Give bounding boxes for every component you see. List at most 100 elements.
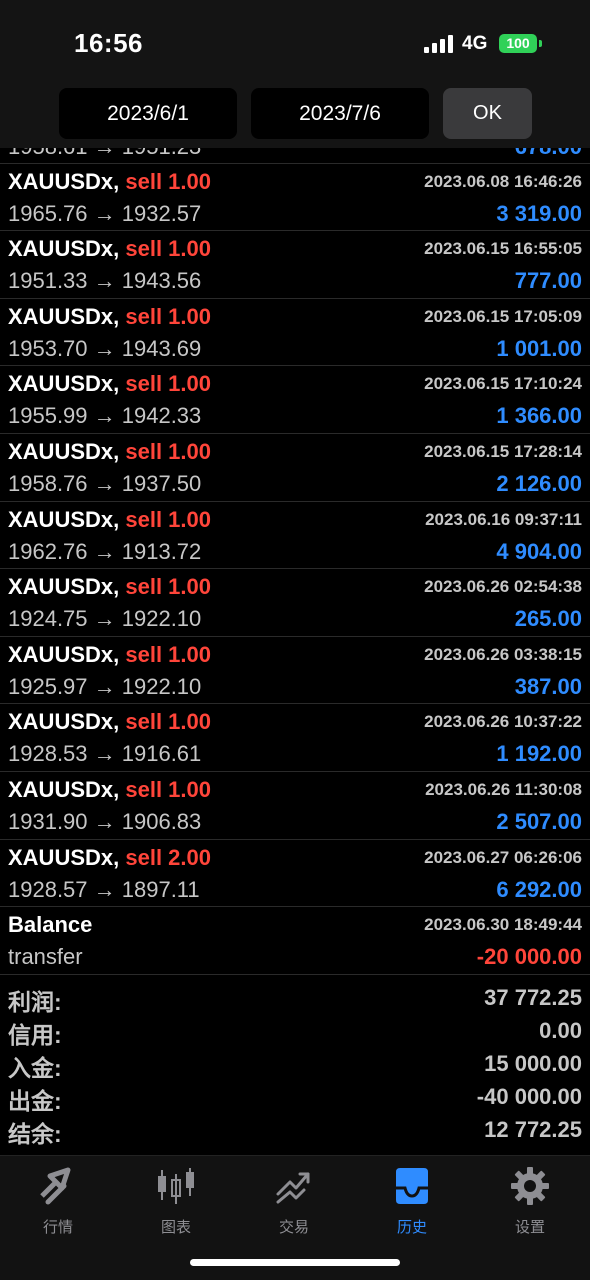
- profit-amount: 6 292.00: [496, 876, 582, 902]
- price-change: 1955.99 → 1942.33: [8, 403, 202, 429]
- tab-trade[interactable]: 交易: [244, 1164, 344, 1236]
- summary-credit: 信用: 0.00: [0, 1013, 590, 1048]
- profit-amount: 4 904.00: [496, 538, 582, 564]
- summary-value: 15 000.00: [484, 1051, 582, 1076]
- profit-amount: 3 319.00: [496, 200, 582, 226]
- trade-datetime: 2023.06.08 16:46:26: [424, 171, 582, 191]
- trade-row[interactable]: XAUUSDx, sell 1.00 2023.06.16 09:37:11 196…: [0, 502, 590, 570]
- ok-button[interactable]: OK: [443, 88, 532, 139]
- end-date-field[interactable]: 2023/7/6: [251, 88, 429, 139]
- trade-symbol: XAUUSDx, sell 1.00: [8, 642, 211, 668]
- trade-row[interactable]: XAUUSDx, sell 1.00 2023.06.26 11:30:08 193…: [0, 772, 590, 840]
- summary-label: 出金:: [8, 1088, 62, 1114]
- trade-row[interactable]: XAUUSDx, sell 1.00 2023.06.15 17:28:14 195…: [0, 434, 590, 502]
- trade-symbol: XAUUSDx, sell 1.00: [8, 574, 211, 600]
- trade-side: sell 1.00: [125, 438, 212, 464]
- summary-value: 0.00: [539, 1018, 582, 1043]
- summary-profit: 利润: 37 772.25: [0, 980, 590, 1015]
- balance-title: Balance: [8, 912, 93, 938]
- symbol-name: XAUUSDx,: [8, 438, 120, 464]
- trade-row[interactable]: XAUUSDx, sell 1.00 2023.06.15 17:05:09 195…: [0, 299, 590, 367]
- history-tray-icon: [396, 1168, 428, 1204]
- balance-datetime: 2023.06.30 18:49:44: [424, 915, 582, 935]
- price-change: 1951.33 → 1943.56: [8, 268, 202, 294]
- symbol-name: XAUUSDx,: [8, 168, 120, 194]
- price-change: 1928.57 → 1897.11: [8, 876, 200, 902]
- profit-amount: 1 192.00: [496, 741, 582, 767]
- trade-symbol: XAUUSDx, sell 1.00: [8, 709, 211, 735]
- battery-icon: 100: [499, 34, 537, 53]
- trade-row[interactable]: XAUUSDx, sell 1.00 2023.06.08 16:46:26 196…: [0, 164, 590, 232]
- price-change: 1953.70 → 1943.69: [8, 335, 202, 361]
- summary-balance: 结余: 12 772.25: [0, 1112, 590, 1147]
- trade-side: sell 2.00: [125, 844, 212, 870]
- symbol-name: XAUUSDx,: [8, 709, 120, 735]
- symbol-name: XAUUSDx,: [8, 236, 120, 262]
- summary-label: 利润:: [8, 989, 62, 1015]
- symbol-name: XAUUSDx,: [8, 371, 120, 397]
- trade-row[interactable]: XAUUSDx, sell 1.00 2023.06.26 02:54:38 192…: [0, 569, 590, 637]
- gear-icon: [511, 1167, 549, 1205]
- price-change: 1965.76 → 1932.57: [8, 200, 202, 226]
- battery-tip: [539, 40, 542, 47]
- profit-amount: 265.00: [514, 606, 582, 632]
- trade-datetime: 2023.06.15 17:10:24: [424, 374, 582, 394]
- symbol-name: XAUUSDx,: [8, 506, 120, 532]
- symbol-name: XAUUSDx,: [8, 303, 120, 329]
- status-time: 16:56: [74, 28, 143, 58]
- tab-settings[interactable]: 设置: [480, 1164, 580, 1236]
- trade-datetime: 2023.06.26 10:37:22: [424, 712, 582, 732]
- start-date-field[interactable]: 2023/6/1: [59, 88, 237, 139]
- profit-amount: 387.00: [514, 673, 582, 699]
- summary-value: -40 000.00: [476, 1084, 582, 1109]
- trade-side: sell 1.00: [125, 506, 212, 532]
- trade-row[interactable]: XAUUSDx, sell 2.00 2023.06.27 06:26:06 192…: [0, 840, 590, 908]
- trade-side: sell 1.00: [125, 236, 212, 262]
- trade-symbol: XAUUSDx, sell 1.00: [8, 507, 211, 533]
- trade-datetime: 2023.06.16 09:37:11: [425, 509, 582, 529]
- tab-charts[interactable]: 图表: [126, 1164, 226, 1236]
- price-change: 1962.76 → 1913.72: [8, 538, 202, 564]
- summary-label: 信用:: [8, 1022, 62, 1048]
- trade-side: sell 1.00: [125, 776, 212, 802]
- trade-datetime: 2023.06.26 02:54:38: [424, 577, 582, 597]
- trade-symbol: XAUUSDx, sell 1.00: [8, 439, 211, 465]
- price-change: 1928.53 → 1916.61: [8, 741, 202, 767]
- trade-side: sell 1.00: [125, 709, 212, 735]
- trade-datetime: 2023.06.26 03:38:15: [424, 644, 582, 664]
- trade-row[interactable]: XAUUSDx, sell 1.00 2023.06.26 10:37:22 192…: [0, 704, 590, 772]
- trade-side: sell 1.00: [125, 168, 212, 194]
- quotes-icon: [40, 1167, 71, 1205]
- symbol-name: XAUUSDx,: [8, 844, 120, 870]
- symbol-name: XAUUSDx,: [8, 574, 120, 600]
- summary-label: 入金:: [8, 1055, 62, 1081]
- trade-datetime: 2023.06.15 17:05:09: [424, 306, 582, 326]
- tab-label: 设置: [514, 1219, 545, 1236]
- trade-icon: [276, 1172, 310, 1204]
- trade-datetime: 2023.06.26 11:30:08: [425, 779, 582, 799]
- history-list[interactable]: 1958.61 → 1951.23 678.00 XAUUSDx, sell 1…: [0, 96, 590, 975]
- trade-symbol: XAUUSDx, sell 1.00: [8, 777, 211, 803]
- price-change: 1924.75 → 1922.10: [8, 606, 202, 632]
- trade-symbol: XAUUSDx, sell 2.00: [8, 845, 211, 871]
- trade-datetime: 2023.06.15 16:55:05: [424, 239, 582, 259]
- balance-amount: -20 000.00: [476, 944, 582, 970]
- symbol-name: XAUUSDx,: [8, 776, 120, 802]
- summary-withdrawal: 出金: -40 000.00: [0, 1079, 590, 1114]
- trade-row[interactable]: XAUUSDx, sell 1.00 2023.06.26 03:38:15 192…: [0, 637, 590, 705]
- profit-amount: 1 366.00: [496, 403, 582, 429]
- trade-row[interactable]: XAUUSDx, sell 1.00 2023.06.15 17:10:24 195…: [0, 366, 590, 434]
- header: 16:56 4G 100 2023/6/1 2023/7/6 OK: [0, 0, 590, 148]
- tab-label: 历史: [396, 1219, 427, 1236]
- summary-panel: 利润: 37 772.25 信用: 0.00 入金: 15 000.00 出金:…: [0, 980, 590, 1147]
- price-change: 1925.97 → 1922.10: [8, 673, 202, 699]
- tab-quotes[interactable]: 行情: [8, 1164, 108, 1236]
- chart-candles-icon: [158, 1168, 194, 1204]
- tab-label: 图表: [160, 1219, 191, 1236]
- tab-history[interactable]: 历史: [362, 1164, 462, 1236]
- balance-row[interactable]: Balance 2023.06.30 18:49:44 transfer -20…: [0, 907, 590, 975]
- price-change: 1931.90 → 1906.83: [8, 808, 202, 834]
- trade-row[interactable]: XAUUSDx, sell 1.00 2023.06.15 16:55:05 195…: [0, 231, 590, 299]
- profit-amount: 777.00: [514, 268, 582, 294]
- trade-side: sell 1.00: [125, 303, 212, 329]
